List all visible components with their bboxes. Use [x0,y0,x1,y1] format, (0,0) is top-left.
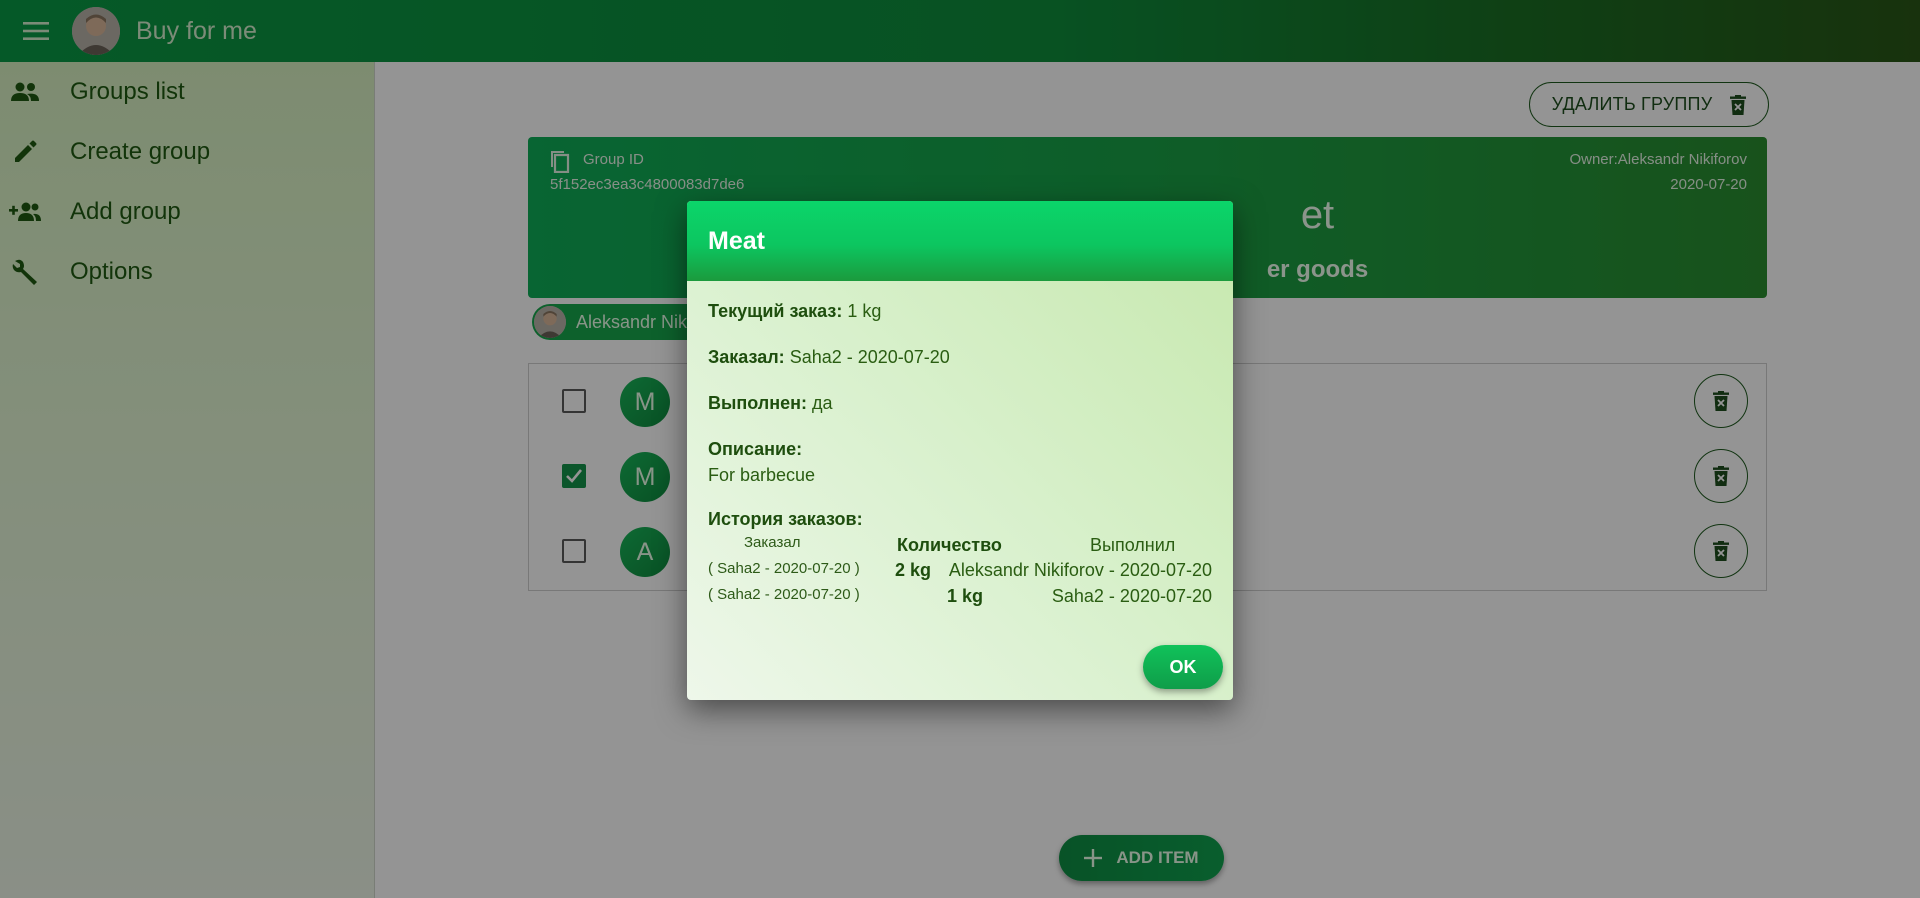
ordered-by-label: Заказал: [708,347,785,367]
ordered-by-field: Заказал: Saha2 - 2020-07-20 [708,347,1212,368]
order-history-table: Заказал Количество Выполнил ( Saha2 - 20… [708,534,1212,614]
history-title: История заказов: [708,509,863,529]
done-label: Выполнен: [708,393,807,413]
history-header-ordered: Заказал [744,534,801,551]
ordered-by-value: Saha2 - 2020-07-20 [789,347,950,367]
dialog-header: Meat [687,201,1233,281]
current-order-value: 1 kg [847,301,882,321]
item-details-dialog: Meat Текущий заказ: 1 kg Заказал: Saha2 … [687,201,1233,700]
history-row-ordered: ( Saha2 - 2020-07-20 ) [708,586,860,603]
history-row-quantity: 2 kg [895,560,932,580]
description-value: For barbecue [708,465,816,485]
description-field: Описание: For barbecue [708,439,1212,486]
ok-button[interactable]: OK [1143,645,1223,689]
current-order-label: Текущий заказ: [708,301,843,321]
history-row-fulfilled: Saha2 - 2020-07-20 [1051,586,1212,606]
history-row-fulfilled: Aleksandr Nikiforov - 2020-07-20 [948,560,1212,580]
current-order-field: Текущий заказ: 1 kg [708,301,1212,322]
history-row-quantity: 1 kg [947,586,984,606]
history-header-quantity: Количество [897,535,1002,555]
history-row-ordered: ( Saha2 - 2020-07-20 ) [708,560,860,577]
dialog-title: Meat [708,226,765,255]
history-header-fulfilled: Выполнил [1090,535,1176,555]
done-value: да [812,393,833,413]
done-field: Выполнен: да [708,393,1212,414]
description-label: Описание: [708,439,803,459]
